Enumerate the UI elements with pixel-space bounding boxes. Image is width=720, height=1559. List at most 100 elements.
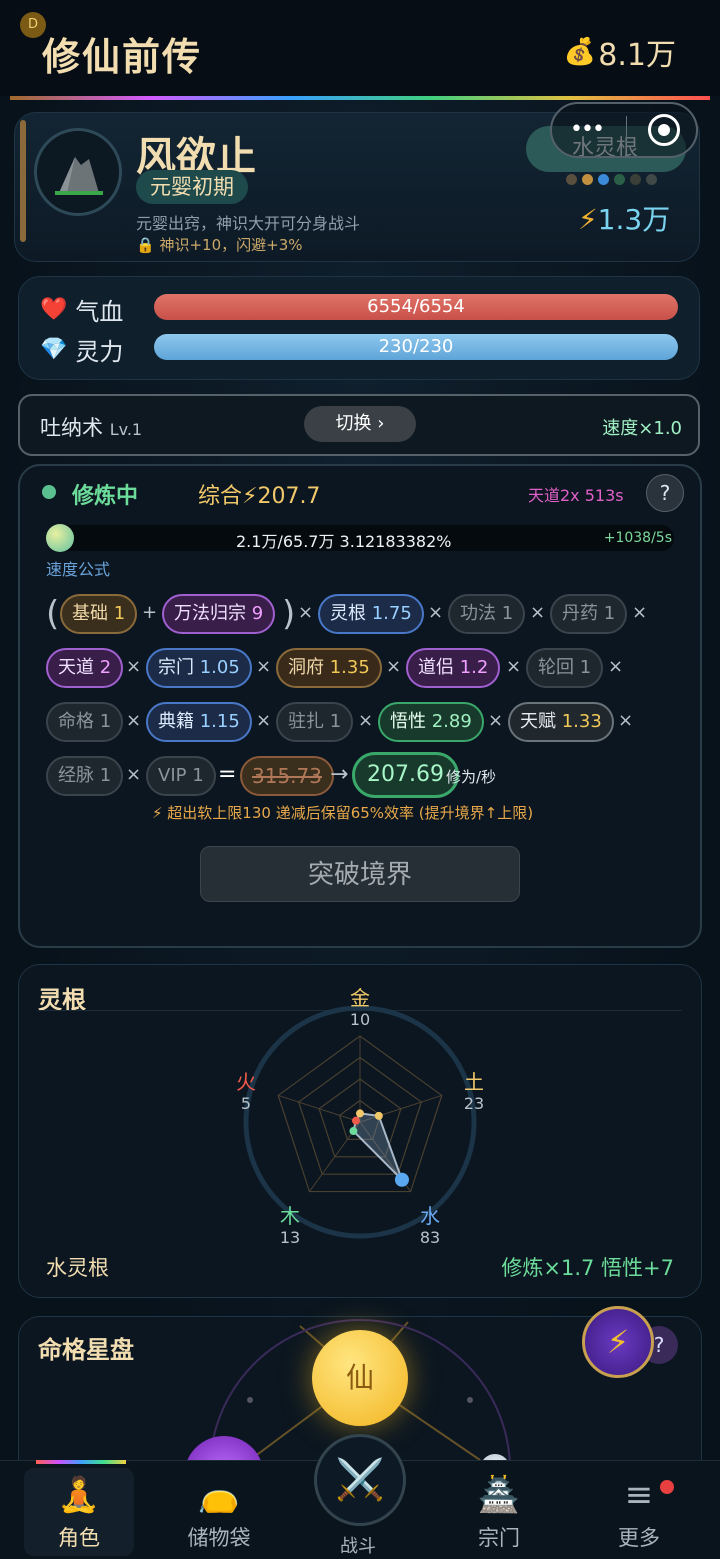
factor-chip-zhuzha: 驻扎 1 <box>276 702 354 742</box>
times-op: × <box>298 602 314 623</box>
factor-chip-base: 基础 1 <box>60 594 138 634</box>
pouch-icon: 👝 <box>197 1475 241 1515</box>
tab-more[interactable]: ≡ 更多 <box>584 1468 694 1552</box>
menu-icon: ≡ <box>624 1475 654 1515</box>
meditation-icon: 🧘 <box>57 1475 101 1515</box>
gem-slot <box>646 174 657 185</box>
gain-rate: +1038/5s <box>603 530 672 546</box>
tab-rainbow-accent <box>36 1460 126 1464</box>
equals-op: = <box>218 762 237 787</box>
technique-name: 吐纳术 <box>40 416 103 440</box>
mp-row: 💎 灵力 <box>40 332 165 367</box>
app-title: 修仙前传 <box>42 35 203 79</box>
progress-text: 2.1万/65.7万 3.12183382% <box>236 532 452 551</box>
tab-battle[interactable]: ⚔️ <box>314 1434 406 1526</box>
earth-value: 23 <box>463 1094 485 1113</box>
tab-label: 角色 <box>58 1526 100 1550</box>
composite-speed: 综合⚡207.7 <box>198 484 321 509</box>
times-op: × <box>126 764 142 785</box>
realm-description: 元婴出窍，神识大开可分身战斗 <box>136 214 361 233</box>
lock-icon: 🔒 <box>136 236 155 254</box>
times-op: × <box>256 656 272 677</box>
avatar[interactable] <box>34 128 122 216</box>
water-label: 水 <box>420 1204 440 1228</box>
tab-label: 更多 <box>618 1526 660 1550</box>
technique-title: 吐纳术 Lv.1 <box>40 412 142 442</box>
times-op: × <box>488 710 504 731</box>
mini-program-capsule[interactable]: ••• <box>550 102 698 158</box>
wood-value: 13 <box>279 1228 301 1247</box>
rainbow-divider <box>10 96 710 100</box>
factor-chip-dianji: 典籍 1.15 <box>146 702 252 742</box>
gem-slot <box>582 174 593 185</box>
notification-dot <box>660 1480 674 1494</box>
times-op: × <box>608 656 624 677</box>
more-dots-icon[interactable]: ••• <box>570 117 605 142</box>
quick-boost-button[interactable]: ⚡ <box>582 1306 654 1378</box>
capsule-separator <box>626 116 627 146</box>
money-bag-icon: 💰 <box>563 37 597 67</box>
money-display[interactable]: 💰 8.1万 <box>564 30 676 74</box>
times-op: × <box>358 710 374 731</box>
metal-value: 10 <box>349 1010 371 1029</box>
gem-slot <box>566 174 577 185</box>
times-op: × <box>530 602 546 623</box>
factor-chip-tianfu: 天赋 1.33 <box>508 702 614 742</box>
hp-bar: 6554/6554 <box>154 294 678 320</box>
battle-label: 战斗 <box>340 1536 376 1557</box>
times-op: × <box>428 602 444 623</box>
water-value: 83 <box>419 1228 441 1247</box>
crossed-swords-icon: ⚔️ <box>335 1457 385 1503</box>
profile-accent-bar <box>20 120 26 242</box>
tab-sect[interactable]: 🏯 宗门 <box>444 1468 554 1552</box>
bolt-icon: ⚡ <box>578 203 598 236</box>
times-op: × <box>618 710 634 731</box>
tiandao-boost: 天道2x 513s <box>528 486 624 505</box>
status-dot <box>42 485 56 499</box>
tab-character[interactable]: 🧘 角色 <box>24 1468 134 1556</box>
times-op: × <box>506 656 522 677</box>
hp-label: 气血 <box>75 298 124 326</box>
plus-op: + <box>142 602 158 623</box>
close-paren: ) <box>282 594 296 634</box>
tab-inventory[interactable]: 👝 储物袋 <box>164 1468 274 1552</box>
factor-chip-wuxing: 悟性 2.89 <box>378 702 484 742</box>
close-target-icon[interactable] <box>648 114 680 146</box>
app-root: D 修仙前传 💰 8.1万 风欲止 元婴初期 元婴出窍，神识大开可分身战斗 🔒 神… <box>0 0 720 1559</box>
power-value: 1.3万 <box>597 203 671 236</box>
soft-cap-warning: ⚡ 超出软上限130 递减后保留65%效率 (提升境界↑上限) <box>152 804 534 822</box>
lightning-icon: ⚡ <box>606 1323 630 1361</box>
mp-label: 灵力 <box>75 338 124 366</box>
realm-badge: 元婴初期 <box>136 170 248 204</box>
mountain-icon <box>55 157 103 195</box>
gem-slot <box>614 174 625 185</box>
heart-icon: ❤️ <box>40 297 68 322</box>
speed-unit: 修为/秒 <box>446 768 497 786</box>
technique-speed: 速度×1.0 <box>602 418 682 439</box>
help-button[interactable]: ? <box>646 474 684 512</box>
power-display: ⚡1.3万 <box>578 198 670 238</box>
wood-label: 木 <box>280 1204 300 1228</box>
factor-chip-daolv: 道侣 1.2 <box>406 648 501 688</box>
factor-chip-dongfu: 洞府 1.35 <box>276 648 382 688</box>
arrow-op: → <box>330 762 349 787</box>
gem-slots <box>566 174 657 185</box>
times-op: × <box>126 710 142 731</box>
fire-label: 火 <box>236 1070 256 1094</box>
factor-chip-wanfa: 万法归宗 9 <box>162 594 276 634</box>
metal-label: 金 <box>350 986 370 1010</box>
immortal-star-orb[interactable]: 仙 <box>312 1330 408 1426</box>
factor-chip-vip: VIP 1 <box>146 756 216 796</box>
factor-chip-danyao: 丹药 1 <box>550 594 628 634</box>
times-op: × <box>256 710 272 731</box>
raw-speed: 315.73 <box>240 756 334 796</box>
switch-technique-button[interactable]: 切换 › <box>304 406 416 442</box>
fate-star-title: 命格星盘 <box>38 1336 134 1364</box>
spirit-root-bonus: 修炼×1.7 悟性+7 <box>501 1256 674 1280</box>
breakthrough-button[interactable]: 突破境界 <box>200 846 520 902</box>
formula-label: 速度公式 <box>46 560 111 579</box>
progress-orb <box>46 524 74 552</box>
tab-label: 储物袋 <box>187 1526 251 1550</box>
temple-icon: 🏯 <box>477 1475 521 1515</box>
times-op: × <box>386 656 402 677</box>
